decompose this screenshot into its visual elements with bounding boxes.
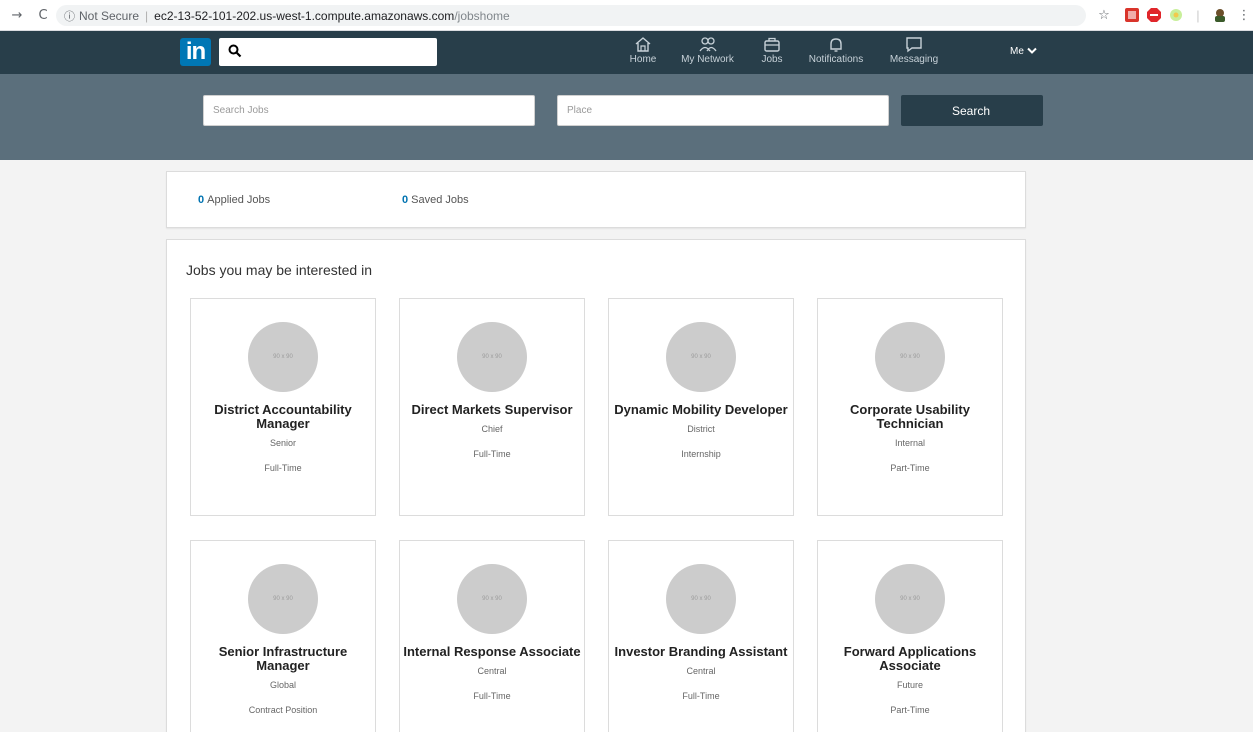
home-icon: [635, 37, 651, 52]
job-type: Part-Time: [890, 463, 930, 473]
network-icon: [698, 37, 717, 52]
global-search-box[interactable]: [219, 38, 437, 66]
company-logo-placeholder: 90 x 90: [666, 322, 736, 392]
reload-icon[interactable]: C: [34, 6, 52, 24]
info-icon[interactable]: ⓘ: [64, 8, 75, 24]
nav-my-network-label: My Network: [681, 54, 734, 65]
job-type: Full-Time: [473, 691, 511, 701]
message-icon: [906, 37, 922, 53]
chevron-down-icon: [1026, 48, 1037, 55]
browser-toolbar: → C ⓘ Not Secure | ec2-13-52-101-202.us-…: [0, 0, 1253, 31]
job-level: Central: [686, 666, 716, 676]
nav-jobs[interactable]: Jobs: [759, 36, 785, 65]
job-title[interactable]: Forward Applications Associate: [818, 645, 1002, 673]
nav-me-menu[interactable]: Me: [1010, 46, 1037, 57]
job-level: Future: [896, 680, 923, 690]
extension-icon-green[interactable]: [1168, 7, 1184, 23]
job-search-banner: Search: [0, 74, 1253, 160]
bookmark-star-icon[interactable]: ☆: [1096, 7, 1112, 23]
nav-jobs-label: Jobs: [761, 54, 783, 65]
address-bar[interactable]: ⓘ Not Secure | ec2-13-52-101-202.us-west…: [56, 5, 1086, 26]
job-type: Part-Time: [890, 705, 930, 715]
nav-my-network[interactable]: My Network: [680, 36, 735, 65]
linkedin-logo[interactable]: in: [180, 38, 211, 66]
job-card[interactable]: 90 x 90 Forward Applications Associate F…: [817, 540, 1003, 732]
adblock-icon[interactable]: [1146, 7, 1162, 23]
nav-me-label: Me: [1010, 46, 1024, 57]
job-type: Full-Time: [473, 449, 511, 459]
search-button[interactable]: Search: [901, 95, 1043, 126]
job-title[interactable]: District Accountability Manager: [191, 403, 375, 431]
search-jobs-input[interactable]: [203, 95, 535, 126]
company-logo-placeholder: 90 x 90: [248, 564, 318, 634]
applied-jobs-count: 0: [198, 194, 205, 206]
job-level: Central: [477, 666, 507, 676]
extension-icon-red[interactable]: [1124, 7, 1140, 23]
search-icon: [228, 44, 242, 58]
job-title[interactable]: Direct Markets Supervisor: [400, 403, 584, 417]
job-level: District: [687, 424, 715, 434]
url-host: ec2-13-52-101-202.us-west-1.compute.amaz…: [154, 8, 455, 23]
nav-notifications-label: Notifications: [808, 54, 864, 65]
profile-avatar-icon[interactable]: [1212, 7, 1228, 23]
job-title[interactable]: Internal Response Associate: [400, 645, 584, 659]
job-stats-card: 0 Applied Jobs 0 Saved Jobs: [166, 171, 1026, 228]
recommended-jobs-heading: Jobs you may be interested in: [186, 262, 372, 278]
job-title[interactable]: Corporate Usability Technician: [818, 403, 1002, 431]
security-label: Not Secure: [79, 8, 140, 23]
job-card[interactable]: 90 x 90 District Accountability Manager …: [190, 298, 376, 516]
job-card[interactable]: 90 x 90 Investor Branding Assistant Cent…: [608, 540, 794, 732]
forward-icon[interactable]: →: [8, 6, 26, 24]
url-separator: |: [145, 8, 149, 23]
nav-home-label: Home: [629, 54, 657, 65]
applied-jobs-link[interactable]: 0 Applied Jobs: [198, 194, 270, 206]
job-title[interactable]: Dynamic Mobility Developer: [609, 403, 793, 417]
browser-menu-icon[interactable]: ⋮: [1236, 7, 1252, 23]
nav-notifications[interactable]: Notifications: [806, 36, 866, 65]
job-card[interactable]: 90 x 90 Internal Response Associate Cent…: [399, 540, 585, 732]
job-title[interactable]: Senior Infrastructure Manager: [191, 645, 375, 673]
saved-jobs-label: Saved Jobs: [411, 194, 469, 206]
job-title[interactable]: Investor Branding Assistant: [609, 645, 793, 659]
job-level: Global: [269, 680, 296, 690]
bell-icon: [830, 38, 842, 52]
saved-jobs-count: 0: [402, 194, 409, 206]
company-logo-placeholder: 90 x 90: [875, 564, 945, 634]
company-logo-placeholder: 90 x 90: [457, 322, 527, 392]
url-path: /jobshome: [454, 8, 510, 23]
job-card[interactable]: 90 x 90 Senior Infrastructure Manager Gl…: [190, 540, 376, 732]
job-level: Senior: [269, 438, 296, 448]
saved-jobs-link[interactable]: 0 Saved Jobs: [402, 194, 469, 206]
job-card[interactable]: 90 x 90 Corporate Usability Technician I…: [817, 298, 1003, 516]
job-type: Internship: [681, 449, 721, 459]
job-type: Contract Position: [248, 705, 318, 715]
company-logo-placeholder: 90 x 90: [457, 564, 527, 634]
job-card[interactable]: 90 x 90 Dynamic Mobility Developer Distr…: [608, 298, 794, 516]
top-navbar: in Home My Network Jobs Notifications Me…: [0, 31, 1253, 74]
job-type: Full-Time: [264, 463, 302, 473]
job-type: Full-Time: [682, 691, 720, 701]
company-logo-placeholder: 90 x 90: [248, 322, 318, 392]
nav-messaging[interactable]: Messaging: [889, 36, 939, 65]
toolbar-divider: |: [1196, 7, 1200, 23]
nav-messaging-label: Messaging: [889, 54, 939, 65]
company-logo-placeholder: 90 x 90: [666, 564, 736, 634]
company-logo-placeholder: 90 x 90: [875, 322, 945, 392]
briefcase-icon: [764, 37, 780, 52]
place-input[interactable]: [557, 95, 889, 126]
applied-jobs-label: Applied Jobs: [207, 194, 271, 206]
recommended-jobs-card: Jobs you may be interested in 90 x 90 Di…: [166, 239, 1026, 732]
job-level: Chief: [481, 424, 503, 434]
job-level: Internal: [894, 438, 926, 448]
job-card[interactable]: 90 x 90 Direct Markets Supervisor Chief …: [399, 298, 585, 516]
nav-home[interactable]: Home: [628, 36, 658, 65]
